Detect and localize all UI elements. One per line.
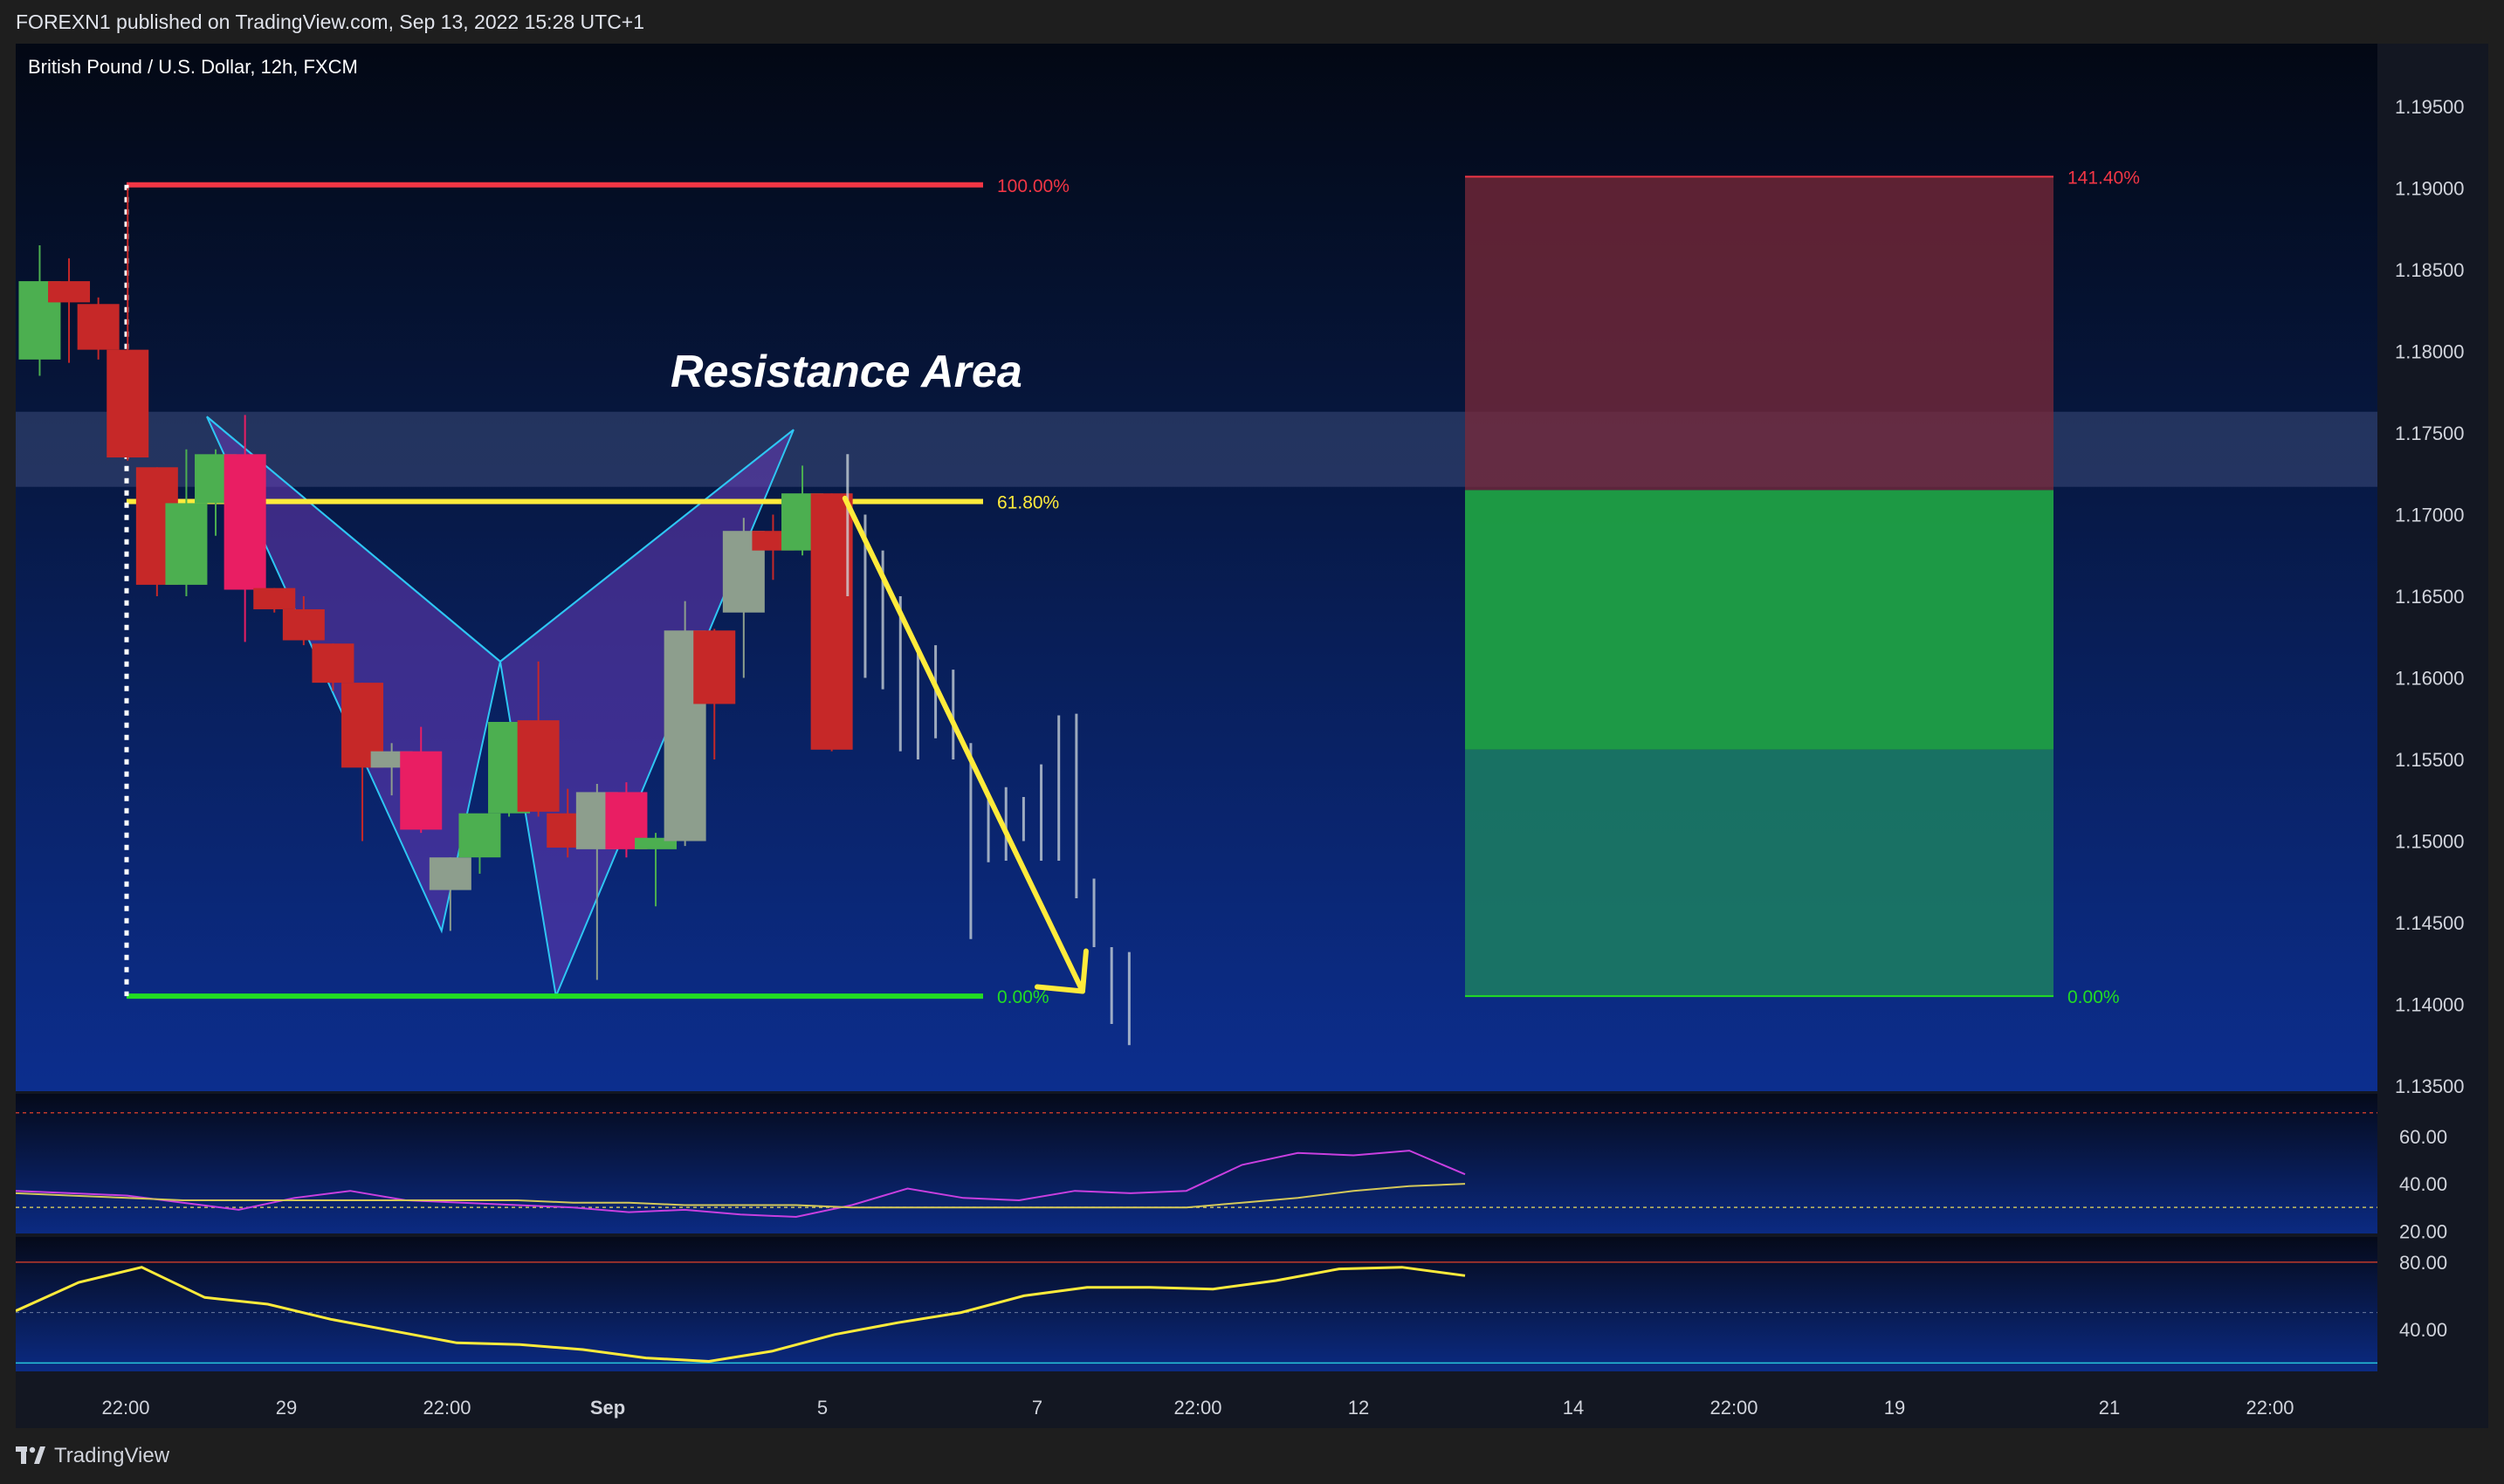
tradingview-logo[interactable]: TradingView: [16, 1444, 169, 1468]
fib-level-label-0: 100.00%: [997, 176, 1070, 196]
stoch-axis-tick: 40.00: [2399, 1319, 2447, 1341]
target-percent-label: 0.00%: [2067, 987, 2120, 1007]
time-axis-tick: 22:00: [1709, 1397, 1758, 1419]
time-axis-tick: 21: [2099, 1397, 2120, 1419]
price-axis-tick: 1.15500: [2395, 749, 2465, 771]
candle-body: [517, 720, 560, 812]
tradingview-logo-icon: [16, 1446, 45, 1464]
price-axis-tick: 1.16500: [2395, 586, 2465, 608]
time-axis-tick: 12: [1348, 1397, 1369, 1419]
stoch-pane-background: [16, 1237, 2377, 1371]
fib-level-label-2: 0.00%: [997, 987, 1049, 1007]
candle-body: [400, 751, 443, 830]
price-axis-tick: 1.15000: [2395, 831, 2465, 853]
candle-body: [429, 857, 471, 890]
time-axis-tick: 22:00: [423, 1397, 471, 1419]
rsi-axis-tick: 40.00: [2399, 1173, 2447, 1195]
time-axis-tick: 22:00: [1173, 1397, 1221, 1419]
price-axis-tick: 1.17000: [2395, 505, 2465, 526]
fib-level-label-1: 61.80%: [997, 493, 1059, 513]
time-axis-tick: 5: [817, 1397, 828, 1419]
take-profit-zone-upper: [1465, 490, 2053, 750]
candle-body: [253, 587, 296, 609]
time-axis-tick: 14: [1563, 1397, 1584, 1419]
rsi-pane-background: [16, 1094, 2377, 1233]
time-axis-tick: 22:00: [101, 1397, 149, 1419]
price-axis-tick: 1.19500: [2395, 96, 2465, 118]
rsi-axis-tick: 60.00: [2399, 1126, 2447, 1148]
price-axis-tick: 1.13500: [2395, 1075, 2465, 1097]
time-axis-tick: 7: [1032, 1397, 1042, 1419]
stop-loss-zone: [1465, 176, 2053, 491]
chart-frame[interactable]: Resistance Area 141.40% 0.00% 100.00% 61.80%…: [16, 44, 2488, 1428]
resistance-area-label: Resistance Area: [671, 347, 1022, 397]
price-axis-tick: 1.14500: [2395, 912, 2465, 934]
price-axis-tick: 1.17500: [2395, 423, 2465, 444]
stop-percent-label: 141.40%: [2067, 168, 2140, 188]
top-bar: FOREXN1 published on TradingView.com, Se…: [0, 0, 2504, 44]
candle-body: [693, 630, 736, 704]
time-axis-tick: 19: [1884, 1397, 1905, 1419]
time-axis-tick: 29: [276, 1397, 297, 1419]
price-axis-tick: 1.14000: [2395, 994, 2465, 1016]
tradingview-logo-text: TradingView: [54, 1444, 170, 1467]
pane-separator-1: [16, 1091, 2488, 1094]
rsi-axis-tick: 20.00: [2399, 1220, 2447, 1242]
candle-body: [458, 813, 501, 858]
candle-body: [282, 608, 325, 641]
candle-body: [165, 503, 208, 585]
candle-body: [107, 349, 149, 458]
time-axis-tick: 22:00: [2246, 1397, 2294, 1419]
candle-body: [224, 454, 266, 590]
footer: TradingView: [0, 1428, 2504, 1484]
candle-body: [77, 304, 120, 350]
price-axis-tick: 1.18000: [2395, 341, 2465, 363]
stoch-axis-tick: 80.00: [2399, 1252, 2447, 1274]
price-axis-tick: 1.18500: [2395, 259, 2465, 281]
chart-canvas[interactable]: Resistance Area 141.40% 0.00% 100.00% 61.80%…: [16, 44, 2488, 1428]
time-axis-tick: Sep: [590, 1397, 625, 1419]
pane-separator-2: [16, 1233, 2488, 1237]
candle-body: [48, 281, 91, 303]
candle-body: [312, 643, 354, 684]
price-axis-tick: 1.19000: [2395, 178, 2465, 200]
published-info: FOREXN1 published on TradingView.com, Se…: [16, 10, 645, 33]
symbol-title: British Pound / U.S. Dollar, 12h, FXCM: [28, 56, 358, 78]
price-axis-tick: 1.16000: [2395, 668, 2465, 690]
take-profit-zone-lower: [1465, 749, 2053, 997]
